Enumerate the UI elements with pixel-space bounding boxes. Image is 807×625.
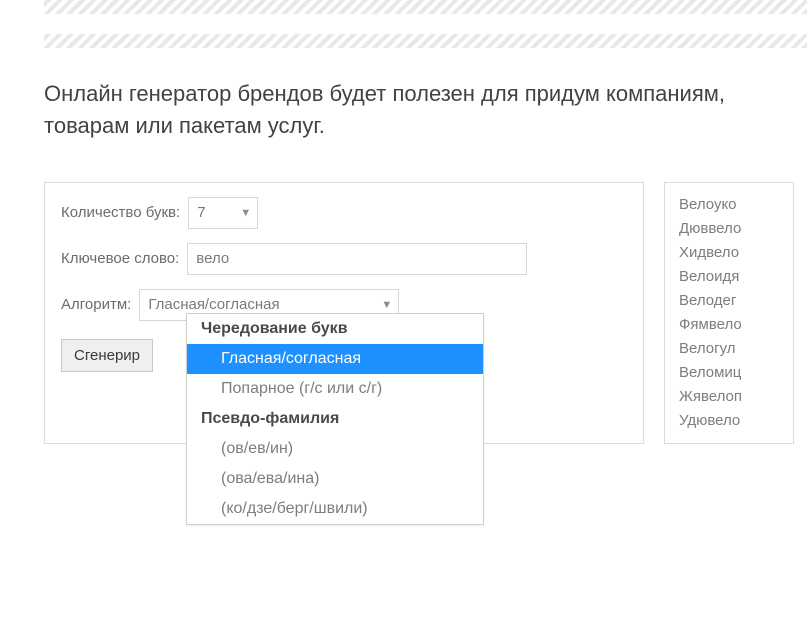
algorithm-label: Алгоритм:: [61, 296, 131, 313]
result-item: Велогул: [679, 337, 779, 361]
result-item: Удювело: [679, 409, 779, 433]
algorithm-dropdown: Чередование букв Гласная/согласная Попар…: [186, 313, 484, 525]
generate-button[interactable]: Сгенерир: [61, 339, 153, 372]
keyword-input[interactable]: вело: [187, 243, 527, 275]
result-item: Велоидя: [679, 265, 779, 289]
dropdown-option-ov-ev-in[interactable]: (ов/ев/ин): [187, 434, 483, 464]
decorative-stripe-1: [44, 0, 807, 14]
algorithm-value: Гласная/согласная: [148, 296, 279, 313]
generator-form: Количество букв: 7 ▼ Ключевое слово: вел…: [44, 182, 644, 444]
result-item: Фямвело: [679, 313, 779, 337]
row-count: Количество букв: 7 ▼: [61, 197, 627, 229]
dropdown-option-paired[interactable]: Попарное (г/с или с/г): [187, 374, 483, 404]
chevron-down-icon: ▼: [240, 207, 251, 219]
result-item: Дюввело: [679, 217, 779, 241]
keyword-label: Ключевое слово:: [61, 250, 179, 267]
result-item: Хидвело: [679, 241, 779, 265]
result-item: Веломиц: [679, 361, 779, 385]
row-keyword: Ключевое слово: вело: [61, 243, 627, 275]
dropdown-option-vowel-consonant[interactable]: Гласная/согласная: [187, 344, 483, 374]
dropdown-option-ova-eva-ina[interactable]: (ова/ева/ина): [187, 464, 483, 494]
keyword-value: вело: [196, 250, 229, 267]
result-item: Велодег: [679, 289, 779, 313]
decorative-stripe-2: [44, 34, 807, 48]
intro-text: Онлайн генератор брендов будет полезен д…: [44, 78, 807, 142]
count-value: 7: [197, 204, 205, 221]
dropdown-group-pseudo-surname: Псевдо-фамилия: [187, 404, 483, 434]
chevron-down-icon: ▼: [381, 299, 392, 311]
result-item: Жявелоп: [679, 385, 779, 409]
result-item: Велоуко: [679, 193, 779, 217]
dropdown-option-ko-dze-berg[interactable]: (ко/дзе/берг/швили): [187, 494, 483, 524]
count-label: Количество букв:: [61, 204, 180, 221]
dropdown-group-alternation: Чередование букв: [187, 314, 483, 344]
count-select[interactable]: 7 ▼: [188, 197, 258, 229]
results-panel: Велоуко Дюввело Хидвело Велоидя Велодег …: [664, 182, 794, 444]
